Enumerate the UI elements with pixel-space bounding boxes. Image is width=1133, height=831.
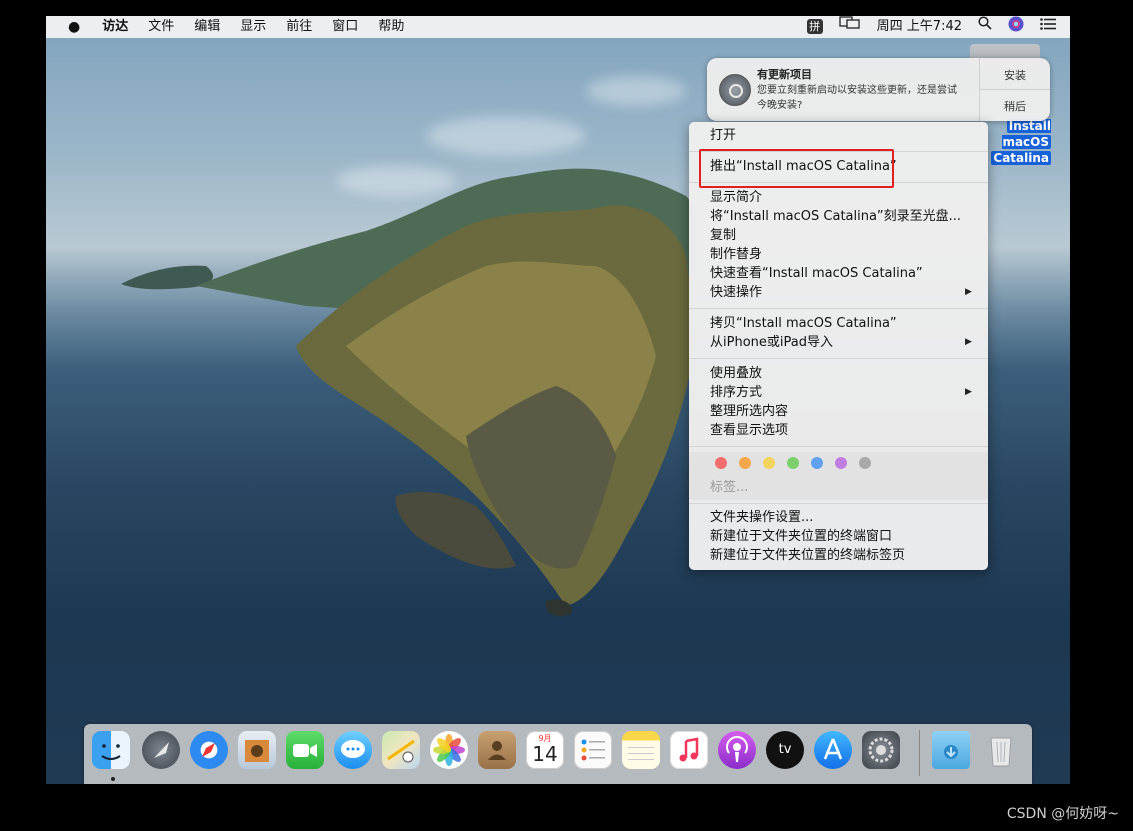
tag-yellow-dot[interactable]	[763, 457, 775, 469]
menu-extras: 拼 周四 上午7:42	[799, 16, 1070, 38]
menu-item-quick-actions[interactable]: 快速操作	[710, 283, 762, 302]
menu-item-use-stacks[interactable]: 使用叠放	[710, 364, 762, 383]
running-indicator	[111, 777, 115, 781]
menu-go[interactable]: 前往	[276, 16, 322, 38]
menu-item-new-terminal-tab-at-folder[interactable]: 新建位于文件夹位置的终端标签页	[710, 546, 905, 565]
submenu-arrow-icon: ▶	[965, 337, 972, 347]
apple-menu-icon[interactable]: ●	[46, 16, 92, 38]
menu-window[interactable]: 窗口	[322, 16, 368, 38]
menu-bar: ● 访达 文件 编辑 显示 前往 窗口 帮助 拼 周四 上午7:42	[46, 16, 1070, 38]
menu-item-view-options[interactable]: 查看显示选项	[710, 421, 788, 440]
notes-icon[interactable]	[622, 731, 660, 769]
menu-item-get-info[interactable]: 显示简介	[710, 188, 762, 207]
photos-icon[interactable]	[430, 731, 468, 769]
siri-icon[interactable]	[1000, 16, 1032, 38]
facetime-icon[interactable]	[286, 731, 324, 769]
music-icon[interactable]	[670, 731, 708, 769]
spotlight-search-icon[interactable]	[970, 16, 1000, 38]
later-button[interactable]: 稍后	[980, 98, 1050, 114]
menu-edit[interactable]: 编辑	[184, 16, 230, 38]
calendar-icon[interactable]: 9月 14	[526, 731, 564, 769]
menu-item-duplicate[interactable]: 复制	[710, 226, 736, 245]
tag-red-dot[interactable]	[715, 457, 727, 469]
downloads-folder-icon[interactable]	[932, 731, 970, 769]
app-store-icon[interactable]	[814, 731, 852, 769]
system-preferences-gear-icon	[719, 74, 751, 106]
update-notification[interactable]: 有更新项目 您要立刻重新启动以安装这些更新，还是尝试今晚安装? 安装 稍后	[707, 58, 1050, 121]
tag-purple-dot[interactable]	[835, 457, 847, 469]
menu-help[interactable]: 帮助	[368, 16, 414, 38]
tag-orange-dot[interactable]	[739, 457, 751, 469]
desktop: ● 访达 文件 编辑 显示 前往 窗口 帮助 拼 周四 上午7:42 Insta…	[46, 16, 1070, 784]
menu-item-new-terminal-at-folder[interactable]: 新建位于文件夹位置的终端窗口	[710, 527, 892, 546]
divider	[980, 89, 1050, 90]
submenu-arrow-icon: ▶	[965, 287, 972, 297]
tag-green-dot[interactable]	[787, 457, 799, 469]
menu-app-name[interactable]: 访达	[92, 16, 138, 38]
menu-item-make-alias[interactable]: 制作替身	[710, 245, 762, 264]
menu-item-import-from-iphone[interactable]: 从iPhone或iPad导入	[710, 333, 833, 352]
input-method-icon[interactable]: 拼	[799, 16, 831, 38]
watermark: CSDN @何妨呀~	[1006, 806, 1119, 822]
dock: 9月 14 tv	[84, 724, 1032, 784]
context-menu: 打开 推出“Install macOS Catalina” 显示简介 将“Ins…	[689, 122, 988, 570]
menu-item-burn[interactable]: 将“Install macOS Catalina”刻录至光盘...	[710, 207, 961, 226]
tag-gray-dot[interactable]	[859, 457, 871, 469]
messages-icon[interactable]	[334, 731, 372, 769]
notification-body: 您要立刻重新启动以安装这些更新，还是尝试今晚安装?	[757, 85, 957, 111]
menu-item-tags[interactable]: 标签...	[710, 478, 748, 497]
maps-icon[interactable]	[382, 731, 420, 769]
contacts-icon[interactable]	[478, 731, 516, 769]
menu-item-copy[interactable]: 拷贝“Install macOS Catalina”	[710, 314, 897, 333]
dock-divider	[919, 730, 920, 776]
system-preferences-icon[interactable]	[862, 731, 900, 769]
annotation-highlight-box	[699, 149, 894, 188]
calendar-day: 14	[532, 742, 558, 766]
notification-center-icon[interactable]	[1032, 16, 1070, 38]
menu-file[interactable]: 文件	[138, 16, 184, 38]
reminders-icon[interactable]	[574, 731, 612, 769]
tag-blue-dot[interactable]	[811, 457, 823, 469]
divider	[689, 503, 988, 504]
launchpad-icon[interactable]	[142, 731, 180, 769]
divider	[689, 358, 988, 359]
menu-item-open[interactable]: 打开	[710, 126, 736, 145]
finder-icon[interactable]	[92, 731, 130, 769]
submenu-arrow-icon: ▶	[965, 387, 972, 397]
menu-item-folder-actions-setup[interactable]: 文件夹操作设置...	[710, 508, 813, 527]
apple-tv-icon[interactable]: tv	[766, 731, 804, 769]
clock[interactable]: 周四 上午7:42	[869, 16, 970, 38]
mail-icon[interactable]	[238, 731, 276, 769]
menu-item-sort-by[interactable]: 排序方式	[710, 383, 762, 402]
trash-icon[interactable]	[982, 731, 1020, 769]
podcasts-icon[interactable]	[718, 731, 756, 769]
divider	[689, 446, 988, 447]
menu-item-clean-up-selection[interactable]: 整理所选内容	[710, 402, 788, 421]
menu-item-quick-look[interactable]: 快速查看“Install macOS Catalina”	[710, 264, 923, 283]
notification-title: 有更新项目	[757, 68, 812, 81]
menu-view[interactable]: 显示	[230, 16, 276, 38]
safari-icon[interactable]	[190, 731, 228, 769]
notification-actions: 安装 稍后	[979, 58, 1050, 121]
display-mirroring-icon[interactable]	[831, 16, 869, 38]
install-button[interactable]: 安装	[980, 67, 1050, 83]
divider	[689, 308, 988, 309]
